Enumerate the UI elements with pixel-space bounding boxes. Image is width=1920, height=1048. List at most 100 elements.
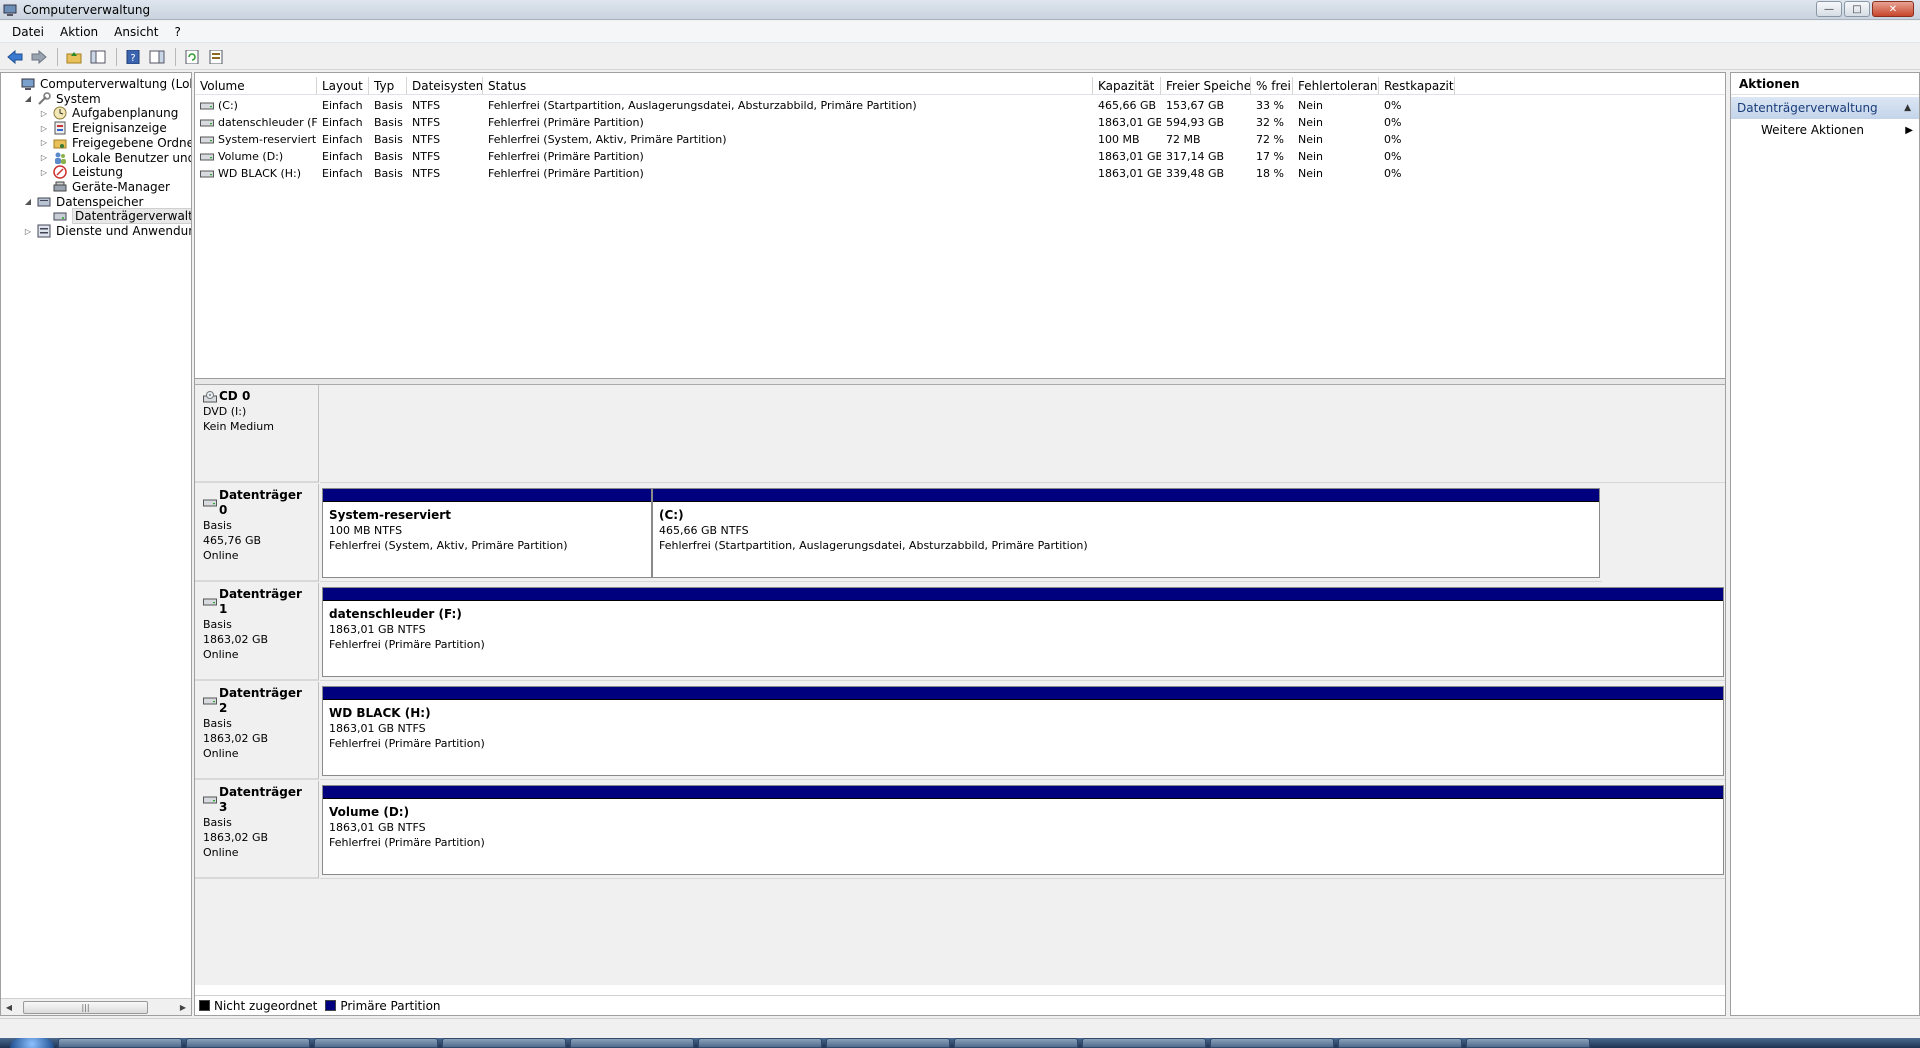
partition-block[interactable]: (C:) 465,66 GB NTFS Fehlerfrei (Startparti… xyxy=(652,488,1600,578)
start-button[interactable] xyxy=(10,1038,54,1048)
column-header[interactable]: Layout xyxy=(317,77,369,95)
action-more-actions[interactable]: Weitere Aktionen ▶ xyxy=(1731,119,1919,141)
disk-label[interactable]: Datenträger 3 Basis 1863,02 GB Online xyxy=(195,781,319,879)
partition-status: Fehlerfrei (Primäre Partition) xyxy=(329,836,485,849)
table-row[interactable]: Volume (D:) Einfach Basis NTFS Fehlerfrei (P… xyxy=(195,148,1725,165)
action-more-actions-label: Weitere Aktionen xyxy=(1761,123,1864,137)
show-tree-icon[interactable] xyxy=(87,46,109,68)
refresh-icon[interactable] xyxy=(181,46,203,68)
taskbar-item[interactable] xyxy=(826,1038,950,1048)
volume-name: Volume (D:) xyxy=(218,150,284,163)
column-header[interactable]: Status xyxy=(483,77,1093,95)
volume-name: System-reserviert xyxy=(218,133,317,146)
partition-block[interactable]: datenschleuder (F:) 1863,01 GB NTFS Fehler… xyxy=(322,587,1724,677)
actions-section-disk-management[interactable]: Datenträgerverwaltung ▲ xyxy=(1731,97,1919,119)
disk-status: Online xyxy=(203,747,239,760)
partition-type-bar xyxy=(323,489,651,502)
expand-toggle-icon[interactable]: ◢ xyxy=(23,197,33,206)
taskbar-item[interactable] xyxy=(58,1038,182,1048)
column-header[interactable]: Typ xyxy=(369,77,407,95)
taskbar-item[interactable] xyxy=(1466,1038,1590,1048)
partition-block[interactable]: WD BLACK (H:) 1863,01 GB NTFS Fehlerfrei (… xyxy=(322,686,1724,776)
collapse-icon[interactable]: ▲ xyxy=(1904,103,1911,113)
partition-status: Fehlerfrei (Startpartition, Auslagerungs… xyxy=(659,539,1088,552)
tree-horizontal-scrollbar[interactable]: ◀ ||| ▶ xyxy=(1,998,191,1015)
taskbar-item[interactable] xyxy=(1338,1038,1462,1048)
table-cell: Nein xyxy=(1298,116,1324,129)
taskbar-item[interactable] xyxy=(1082,1038,1206,1048)
table-row[interactable]: datenschleuder (F:) Einfach Basis NTFS Fehle… xyxy=(195,114,1725,131)
table-cell: Volume (D:) xyxy=(195,148,317,165)
partition-name: datenschleuder (F:) xyxy=(329,607,462,621)
expand-toggle-icon[interactable]: ▷ xyxy=(23,227,33,236)
expand-toggle-icon[interactable]: ▷ xyxy=(39,153,49,162)
partition-block[interactable]: System-reserviert 100 MB NTFS Fehlerfrei (… xyxy=(322,488,652,578)
disk-label[interactable]: Datenträger 1 Basis 1863,02 GB Online xyxy=(195,583,319,681)
partition-body: Volume (D:) 1863,01 GB NTFS Fehlerfrei (Pr… xyxy=(323,799,1723,856)
taskbar-item[interactable] xyxy=(570,1038,694,1048)
show-action-pane-icon[interactable] xyxy=(146,46,168,68)
table-row[interactable]: System-reserviert Einfach Basis NTFS Fehlerf… xyxy=(195,131,1725,148)
minimize-button[interactable]: — xyxy=(1816,1,1842,17)
scroll-thumb[interactable]: ||| xyxy=(23,1000,148,1014)
volume-icon xyxy=(200,118,214,128)
expand-toggle-icon[interactable]: ▷ xyxy=(39,138,49,147)
table-cell: Fehlerfrei (Primäre Partition) xyxy=(488,167,644,180)
taskbar-item[interactable] xyxy=(186,1038,310,1048)
column-header[interactable]: Volume xyxy=(195,77,317,95)
table-cell: Basis xyxy=(374,116,403,129)
expand-toggle-icon[interactable]: ▷ xyxy=(39,168,49,177)
table-cell: 0% xyxy=(1384,167,1402,180)
menu-aktion[interactable]: Aktion xyxy=(52,25,106,39)
disk-name-line: Datenträger 3 xyxy=(203,785,310,815)
column-header[interactable]: Restkapazität xyxy=(1379,77,1455,95)
hard-disk-icon xyxy=(203,498,217,508)
disk-management-pane: Volume Layout Typ Dateisystem Status Kapazitä… xyxy=(194,72,1726,1016)
table-cell: Fehlerfrei (Primäre Partition) xyxy=(488,150,644,163)
scroll-right-icon[interactable]: ▶ xyxy=(175,1003,191,1012)
disk-label[interactable]: CD 0 DVD (I:) Kein Medium xyxy=(195,385,319,483)
table-cell: NTFS xyxy=(412,116,441,129)
back-icon[interactable] xyxy=(4,46,26,68)
taskbar-item[interactable] xyxy=(698,1038,822,1048)
disk-row: Datenträger 2 Basis 1863,02 GB Online WD BLA… xyxy=(195,682,1725,780)
close-button[interactable]: ✕ xyxy=(1872,1,1914,17)
table-cell: Fehlerfrei (Startpartition, Auslagerungs… xyxy=(488,99,917,112)
column-header[interactable]: Dateisystem xyxy=(407,77,483,95)
properties-icon[interactable] xyxy=(205,46,227,68)
table-cell: Einfach xyxy=(322,167,363,180)
menu-ansicht[interactable]: Ansicht xyxy=(106,25,166,39)
taskbar-item[interactable] xyxy=(954,1038,1078,1048)
menu-bar: Datei Aktion Ansicht ? xyxy=(0,21,1920,43)
tree-item-dienste-und-anwendungen[interactable]: ▷ Dienste und Anwendungen xyxy=(23,222,191,240)
column-header[interactable]: Fehlertoleranz xyxy=(1293,77,1379,95)
help-icon[interactable]: ? xyxy=(122,46,144,68)
disk-label[interactable]: Datenträger 0 Basis 465,76 GB Online xyxy=(195,484,319,582)
disk-name: Datenträger 1 xyxy=(219,587,302,616)
column-header[interactable]: Freier Speicher xyxy=(1161,77,1251,95)
table-row[interactable]: WD BLACK (H:) Einfach Basis NTFS Fehlerfrei … xyxy=(195,165,1725,182)
table-cell: System-reserviert xyxy=(195,131,317,148)
disk-label[interactable]: Datenträger 2 Basis 1863,02 GB Online xyxy=(195,682,319,780)
taskbar-item[interactable] xyxy=(314,1038,438,1048)
expand-toggle-icon[interactable]: ▷ xyxy=(39,109,49,118)
computer-management-icon xyxy=(2,2,18,18)
taskbar xyxy=(0,1038,1920,1048)
expand-toggle-icon[interactable]: ▷ xyxy=(39,124,49,133)
expand-toggle-icon[interactable]: ◢ xyxy=(23,94,33,103)
menu-help[interactable]: ? xyxy=(166,25,188,39)
column-header[interactable]: % frei xyxy=(1251,77,1293,95)
up-folder-icon[interactable] xyxy=(63,46,85,68)
table-cell: datenschleuder (F:) xyxy=(195,114,317,131)
forward-icon[interactable] xyxy=(28,46,50,68)
table-cell: 0% xyxy=(1384,133,1402,146)
partition-block[interactable]: Volume (D:) 1863,01 GB NTFS Fehlerfrei (Pr… xyxy=(322,785,1724,875)
taskbar-item[interactable] xyxy=(442,1038,566,1048)
taskbar-item[interactable] xyxy=(1210,1038,1334,1048)
maximize-button[interactable]: □ xyxy=(1844,1,1870,17)
column-header[interactable]: Kapazität xyxy=(1093,77,1161,95)
table-row[interactable]: (C:) Einfach Basis NTFS Fehlerfrei (Startpar… xyxy=(195,97,1725,114)
scroll-left-icon[interactable]: ◀ xyxy=(1,1003,17,1012)
menu-datei[interactable]: Datei xyxy=(4,25,52,39)
table-cell: Einfach xyxy=(322,116,363,129)
